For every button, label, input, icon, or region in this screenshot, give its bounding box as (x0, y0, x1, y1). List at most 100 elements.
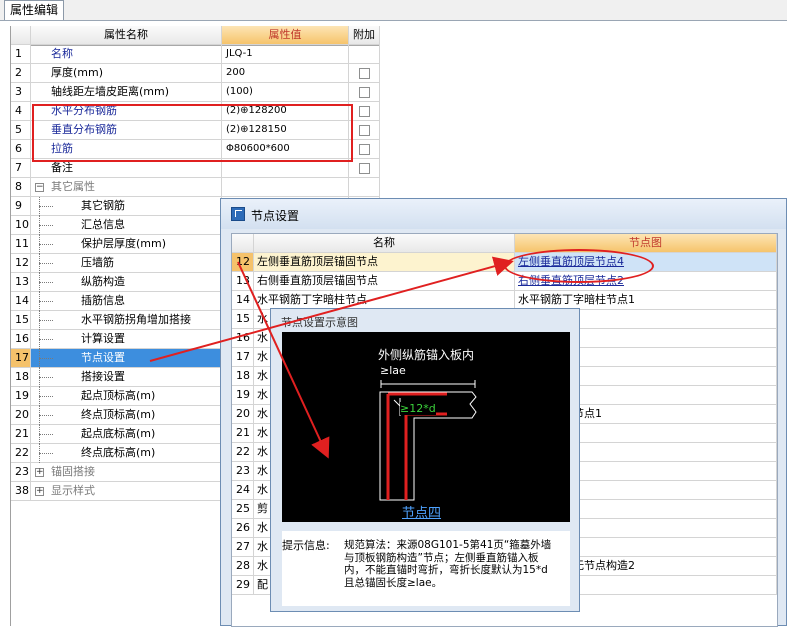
node-four-label: 节点四 (402, 506, 442, 521)
row-number: 6 (11, 140, 31, 159)
property-value[interactable]: 200 (222, 64, 349, 83)
row-number: 19 (11, 387, 31, 406)
schematic-canvas: 外侧纵筋锚入板内 ≥lae ≥12*d 节点四 (282, 332, 570, 522)
tab-property-edit[interactable]: 属性编辑 (4, 0, 64, 20)
extra-cell (349, 159, 380, 178)
property-name[interactable]: 保护层厚度(mm) (31, 235, 222, 254)
extra-cell (349, 45, 380, 64)
property-name-text: 压墙筋 (81, 256, 114, 269)
node-name[interactable]: 左侧垂直筋顶层锚固节点 (254, 253, 515, 272)
attach-checkbox[interactable] (359, 163, 370, 174)
property-name-text: 计算设置 (81, 332, 125, 345)
tree-connector (39, 320, 53, 322)
property-name[interactable]: 汇总信息 (31, 216, 222, 235)
tree-connector (39, 415, 53, 417)
property-name[interactable]: 计算设置 (31, 330, 222, 349)
property-name-text: 其它钢筋 (81, 199, 125, 212)
dialog-row[interactable]: 13 右侧垂直筋顶层锚固节点 右侧垂直筋顶层节点2 (232, 272, 777, 291)
attach-checkbox[interactable] (359, 87, 370, 98)
property-name[interactable]: 厚度(mm) (31, 64, 222, 83)
dialog-row-number: 20 (232, 405, 254, 424)
row-number: 1 (11, 45, 31, 64)
property-name-text: 水平钢筋拐角增加搭接 (81, 313, 191, 326)
popup-title: 节点设置示意图 (281, 316, 358, 329)
expand-icon[interactable]: + (35, 487, 44, 496)
property-name-text: 名称 (51, 47, 73, 60)
row-number: 2 (11, 64, 31, 83)
property-name[interactable]: 插筋信息 (31, 292, 222, 311)
header-corner (11, 26, 31, 45)
row-number: 14 (11, 292, 31, 311)
expand-icon[interactable]: + (35, 468, 44, 477)
row-number: 11 (11, 235, 31, 254)
row-number: 4 (11, 102, 31, 121)
property-name[interactable]: 搭接设置 (31, 368, 222, 387)
property-name[interactable]: 其它属性 (31, 178, 222, 197)
property-name-text: 厚度(mm) (51, 66, 104, 79)
property-name-text: 插筋信息 (81, 294, 125, 307)
grid-row[interactable]: 2 厚度(mm) 200 (11, 64, 380, 83)
attach-checkbox[interactable] (359, 144, 370, 155)
dialog-title-bar[interactable]: 节点设置 (221, 199, 786, 229)
schematic-popup: 节点设置示意图 外侧纵筋锚入板内 ≥lae ≥12*d 节点四 提示信息: 规范… (270, 308, 580, 612)
extra-cell (349, 140, 380, 159)
tree-connector (39, 339, 53, 341)
dialog-row-number: 26 (232, 519, 254, 538)
dialog-row-number: 14 (232, 291, 254, 310)
tree-connector (39, 453, 53, 455)
dialog-row-number: 12 (232, 253, 254, 272)
hint-info-panel: 提示信息: 规范算法：来源08G101-5第41页“箍墓外墙与顶板钢筋构造”节点… (282, 531, 570, 606)
row-number: 23 (11, 463, 31, 482)
header-extra[interactable]: 附加 (349, 26, 380, 45)
row-number: 3 (11, 83, 31, 102)
property-value[interactable]: (100) (222, 83, 349, 102)
tree-line (39, 330, 41, 349)
header-name[interactable]: 属性名称 (31, 26, 222, 45)
grid-row[interactable]: 1 名称 JLQ-1 (11, 45, 380, 64)
dialog-row-number: 18 (232, 367, 254, 386)
dialog-row-number: 16 (232, 329, 254, 348)
property-name[interactable]: 纵筋构造 (31, 273, 222, 292)
property-name[interactable]: 锚固搭接 (31, 463, 222, 482)
tree-connector (39, 282, 53, 284)
dialog-header-corner (232, 234, 254, 253)
dialog-row-number: 25 (232, 500, 254, 519)
dialog-row-number: 21 (232, 424, 254, 443)
grid-row[interactable]: 3 轴线距左墙皮距离(mm) (100) (11, 83, 380, 102)
figure-highlight-ellipse (504, 249, 654, 283)
dialog-header-name[interactable]: 名称 (254, 234, 515, 253)
collapse-icon[interactable]: − (35, 183, 44, 192)
property-name[interactable]: 显示样式 (31, 482, 222, 501)
property-name[interactable]: 起点顶标高(m) (31, 387, 222, 406)
property-name[interactable]: 终点底标高(m) (31, 444, 222, 463)
tree-line (39, 273, 41, 292)
attach-checkbox[interactable] (359, 106, 370, 117)
anchorage-diagram (379, 380, 477, 501)
row-number: 18 (11, 368, 31, 387)
tree-connector (39, 396, 53, 398)
property-value[interactable] (222, 178, 349, 197)
property-name[interactable]: 名称 (31, 45, 222, 64)
property-name[interactable]: 节点设置 (31, 349, 222, 368)
grid-row[interactable]: 8 其它属性 − (11, 178, 380, 197)
attach-checkbox[interactable] (359, 68, 370, 79)
node-name[interactable]: 右侧垂直筋顶层锚固节点 (254, 272, 515, 291)
row-number: 7 (11, 159, 31, 178)
attach-checkbox[interactable] (359, 125, 370, 136)
tree-connector (39, 225, 53, 227)
dialog-title: 节点设置 (251, 209, 300, 223)
property-name[interactable]: 水平钢筋拐角增加搭接 (31, 311, 222, 330)
row-number: 8 (11, 178, 31, 197)
property-name[interactable]: 压墙筋 (31, 254, 222, 273)
tree-line (39, 311, 41, 330)
property-name[interactable]: 终点顶标高(m) (31, 406, 222, 425)
property-name-text: 轴线距左墙皮距离(mm) (51, 85, 170, 98)
property-name[interactable]: 起点底标高(m) (31, 425, 222, 444)
property-name[interactable]: 轴线距左墙皮距离(mm) (31, 83, 222, 102)
property-name[interactable]: 其它钢筋 (31, 197, 222, 216)
property-value[interactable]: JLQ-1 (222, 45, 349, 64)
tree-connector (39, 206, 53, 208)
header-value[interactable]: 属性值 (222, 26, 349, 45)
tree-line (39, 254, 41, 273)
tree-line (39, 197, 41, 216)
